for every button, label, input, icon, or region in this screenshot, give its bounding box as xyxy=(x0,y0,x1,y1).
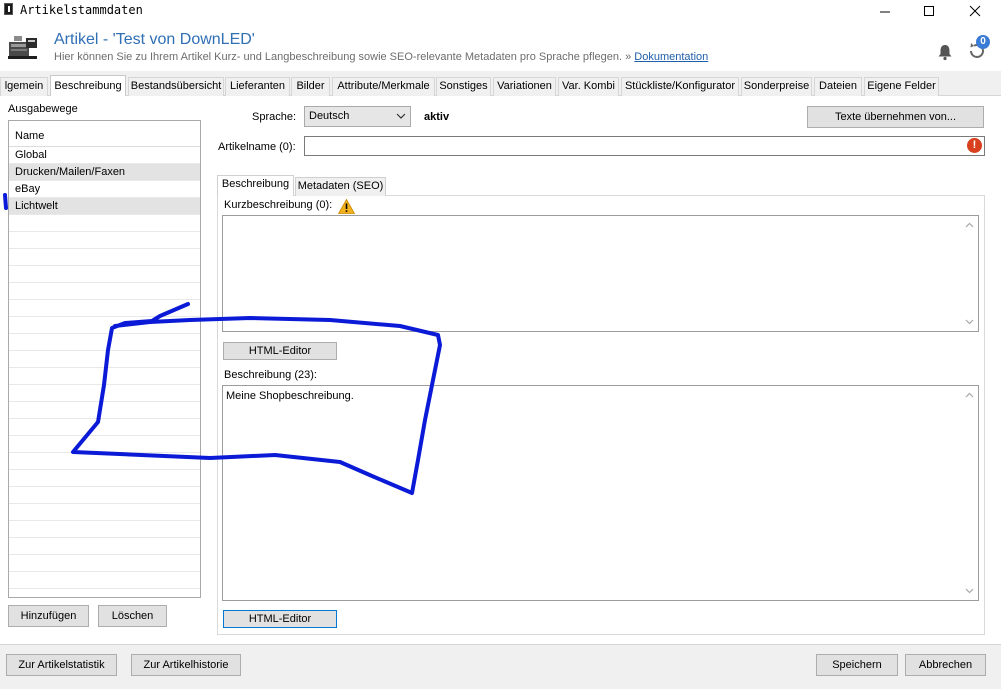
scroll-up-icon[interactable] xyxy=(965,222,974,228)
list-empty-row xyxy=(9,572,200,589)
list-empty-row xyxy=(9,436,200,453)
language-value: Deutsch xyxy=(309,110,350,122)
tab-inner-metadaten-seo[interactable]: Metadaten (SEO) xyxy=(295,177,386,196)
tab-bilder[interactable]: Bilder xyxy=(291,77,330,96)
list-column-header[interactable]: Name xyxy=(9,125,200,147)
tab-inner-beschreibung[interactable]: Beschreibung xyxy=(217,175,294,196)
article-icon xyxy=(8,36,37,59)
notification-badge: 0 xyxy=(976,35,990,49)
tab-lieferanten[interactable]: Lieferanten xyxy=(225,77,290,96)
list-item-lichtwelt[interactable]: Lichtwelt xyxy=(9,198,200,215)
close-button[interactable] xyxy=(952,0,998,22)
description-textarea[interactable]: Meine Shopbeschreibung. xyxy=(222,385,979,601)
tab-bestandsuebersicht[interactable]: Bestandsübersicht xyxy=(128,77,224,96)
error-icon: ! xyxy=(967,138,982,153)
cancel-button[interactable]: Abbrechen xyxy=(905,654,986,676)
list-empty-row xyxy=(9,453,200,470)
description-value: Meine Shopbeschreibung. xyxy=(226,390,354,402)
minimize-button[interactable] xyxy=(862,0,908,22)
tab-variationen[interactable]: Variationen xyxy=(493,77,556,96)
page-subtitle: Hier können Sie zu Ihrem Artikel Kurz- u… xyxy=(54,51,708,63)
warning-icon xyxy=(338,199,355,214)
short-desc-label: Kurzbeschreibung (0): xyxy=(224,199,333,211)
list-empty-row xyxy=(9,300,200,317)
list-empty-row xyxy=(9,283,200,300)
tab-attribute-merkmale[interactable]: Attribute/Merkmale xyxy=(332,77,435,96)
list-empty-row xyxy=(9,385,200,402)
list-empty-row xyxy=(9,351,200,368)
documentation-link[interactable]: Dokumentation xyxy=(634,51,708,63)
copy-texts-button[interactable]: Texte übernehmen von... xyxy=(807,106,984,128)
article-history-button[interactable]: Zur Artikelhistorie xyxy=(131,654,241,676)
html-editor-button-short[interactable]: HTML-Editor xyxy=(223,342,337,360)
list-item-drucken[interactable]: Drucken/Mailen/Faxen xyxy=(9,164,200,181)
short-desc-textarea[interactable] xyxy=(222,215,979,332)
window-titlebar xyxy=(0,0,1001,24)
tab-stueckliste-konfigurator[interactable]: Stückliste/Konfigurator xyxy=(621,77,739,96)
article-name-input[interactable] xyxy=(304,136,985,156)
list-empty-row xyxy=(9,402,200,419)
list-empty-row xyxy=(9,487,200,504)
delete-channel-button[interactable]: Löschen xyxy=(98,605,167,627)
language-select[interactable]: Deutsch xyxy=(304,106,411,127)
tab-dateien[interactable]: Dateien xyxy=(814,77,862,96)
short-desc-scrollbar[interactable] xyxy=(961,216,978,331)
description-label: Beschreibung (23): xyxy=(224,369,317,381)
scroll-down-icon[interactable] xyxy=(965,588,974,594)
scroll-up-icon[interactable] xyxy=(965,392,974,398)
bell-icon[interactable] xyxy=(936,43,954,61)
list-empty-row xyxy=(9,521,200,538)
list-empty-row xyxy=(9,504,200,521)
list-empty-row xyxy=(9,266,200,283)
scroll-down-icon[interactable] xyxy=(965,319,974,325)
list-item-ebay[interactable]: eBay xyxy=(9,181,200,198)
tab-strip: lgemein Beschreibung Bestandsübersicht L… xyxy=(0,75,1001,97)
tab-sonderpreise[interactable]: Sonderpreise xyxy=(741,77,812,96)
tab-allgemein[interactable]: lgemein xyxy=(0,77,48,96)
tab-sonstiges[interactable]: Sonstiges xyxy=(436,77,491,96)
article-statistics-button[interactable]: Zur Artikelstatistik xyxy=(6,654,117,676)
list-empty-row xyxy=(9,555,200,572)
close-icon xyxy=(969,5,981,17)
link-prefix: » xyxy=(625,51,632,63)
minimize-icon xyxy=(880,11,890,13)
list-empty-row xyxy=(9,368,200,385)
save-button[interactable]: Speichern xyxy=(816,654,898,676)
list-empty-row xyxy=(9,215,200,232)
status-label: aktiv xyxy=(424,111,450,123)
description-scrollbar[interactable] xyxy=(961,386,978,600)
window-title: Artikelstammdaten xyxy=(20,3,143,17)
list-empty-row xyxy=(9,232,200,249)
maximize-button[interactable] xyxy=(906,0,952,22)
article-name-label: Artikelname (0): xyxy=(218,141,296,153)
maximize-icon xyxy=(924,6,934,16)
list-empty-row xyxy=(9,334,200,351)
tab-eigene-felder[interactable]: Eigene Felder xyxy=(864,77,939,96)
page-title: Artikel - 'Test von DownLED' xyxy=(54,31,255,48)
list-empty-row xyxy=(9,249,200,266)
list-empty-row xyxy=(9,317,200,334)
ausgabewege-label: Ausgabewege xyxy=(8,103,78,115)
tab-var-kombi[interactable]: Var. Kombi xyxy=(558,77,619,96)
channel-list[interactable]: Name Global Drucken/Mailen/Faxen eBay Li… xyxy=(8,120,201,598)
html-editor-button-description[interactable]: HTML-Editor xyxy=(223,610,337,628)
list-empty-row xyxy=(9,470,200,487)
list-empty-row xyxy=(9,538,200,555)
list-empty-row xyxy=(9,419,200,436)
tab-beschreibung[interactable]: Beschreibung xyxy=(50,75,126,97)
add-channel-button[interactable]: Hinzufügen xyxy=(8,605,89,627)
app-icon xyxy=(4,3,13,15)
subtitle-text: Hier können Sie zu Ihrem Artikel Kurz- u… xyxy=(54,51,623,63)
list-item-global[interactable]: Global xyxy=(9,147,200,164)
language-label: Sprache: xyxy=(252,111,297,123)
chevron-down-icon xyxy=(396,113,406,119)
